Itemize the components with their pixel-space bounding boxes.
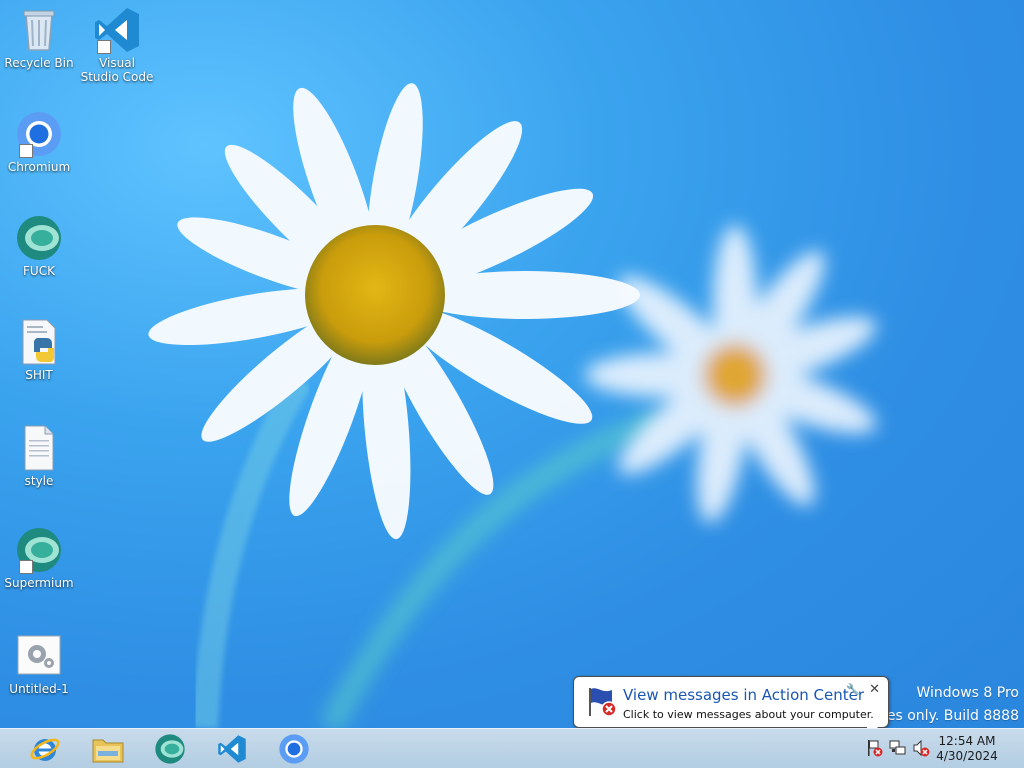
notification-title[interactable]: View messages in Action Center <box>623 686 864 704</box>
python-file-icon <box>15 318 63 366</box>
desktop-icon-fuck[interactable]: FUCK <box>1 214 77 278</box>
desktop-icon-label: Visual Studio Code <box>80 56 154 84</box>
taskbar: 12:54 AM 4/30/2024 <box>0 728 1024 768</box>
wallpaper-image <box>148 83 877 728</box>
notification-text: Click to view messages about your comput… <box>623 708 874 721</box>
shortcut-arrow-icon <box>19 560 33 574</box>
clock-date: 4/30/2024 <box>936 749 998 763</box>
desktop-icon-label: Chromium <box>7 160 71 174</box>
desktop-icon-style[interactable]: style <box>1 424 77 488</box>
recycle-bin-icon <box>15 6 63 54</box>
desktop-icon-shit[interactable]: SHIT <box>1 318 77 382</box>
internet-explorer-icon <box>30 738 60 761</box>
wrench-icon[interactable]: 🔧 <box>846 683 860 696</box>
taskbar-internet-explorer[interactable] <box>18 731 72 767</box>
desktop-icon-visual-studio-code[interactable]: Visual Studio Code <box>79 6 155 84</box>
action-center-tray-button[interactable] <box>866 739 884 757</box>
chromium-icon <box>279 734 309 764</box>
action-center-flag-icon <box>589 688 617 717</box>
vscode-icon <box>93 6 141 54</box>
taskbar-file-explorer[interactable] <box>81 731 135 767</box>
build-watermark: ses only. Build 8888 <box>879 708 1019 724</box>
supermium-icon <box>15 526 63 574</box>
vscode-icon <box>218 735 246 763</box>
desktop-icon-supermium[interactable]: Supermium <box>1 526 77 590</box>
desktop-icon-label: Supermium <box>4 576 74 590</box>
close-button[interactable]: ✕ <box>869 682 880 697</box>
taskbar-vscode[interactable] <box>205 731 259 767</box>
volume-muted-icon <box>913 739 930 757</box>
desktop-icon-label: style <box>24 474 54 488</box>
desktop-icon-label: Recycle Bin <box>4 56 74 70</box>
volume-tray-button[interactable] <box>912 739 930 757</box>
desktop: Recycle Bin Visual Studio Code Chromium <box>0 0 1024 728</box>
network-tray-button[interactable] <box>889 739 907 757</box>
desktop-icon-recycle-bin[interactable]: Recycle Bin <box>1 6 77 70</box>
settings-file-icon <box>15 632 63 680</box>
taskbar-chromium[interactable] <box>267 731 321 767</box>
desktop-icon-label: Untitled-1 <box>9 682 69 696</box>
shortcut-arrow-icon <box>97 40 111 54</box>
system-tray: 12:54 AM 4/30/2024 <box>854 729 1024 769</box>
supermium-icon <box>155 734 185 764</box>
desktop-icon-untitled-1[interactable]: Untitled-1 <box>1 632 77 696</box>
taskbar-clock[interactable]: 12:54 AM 4/30/2024 <box>932 734 1002 764</box>
text-file-icon <box>15 424 63 472</box>
windows-edition-watermark: Windows 8 Pro <box>916 685 1019 701</box>
desktop-icon-chromium[interactable]: Chromium <box>1 110 77 174</box>
taskbar-supermium[interactable] <box>143 731 197 767</box>
desktop-icon-label: FUCK <box>23 264 55 278</box>
shortcut-arrow-icon <box>19 144 33 158</box>
network-icon <box>889 740 906 755</box>
action-center-flag-icon <box>868 740 883 757</box>
action-center-notification[interactable]: View messages in Action Center Click to … <box>573 676 889 741</box>
chromium-icon <box>15 110 63 158</box>
file-explorer-icon <box>92 739 124 763</box>
desktop-icon-label: SHIT <box>25 368 53 382</box>
clock-time: 12:54 AM <box>938 734 996 748</box>
supermium-icon <box>15 214 63 262</box>
